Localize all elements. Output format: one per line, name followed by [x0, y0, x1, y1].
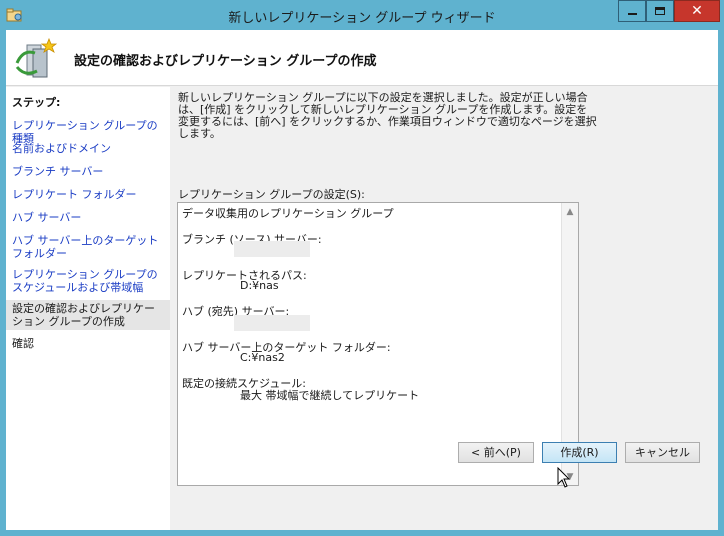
redacted-branch-server [234, 241, 310, 257]
schedule-value: 最大 帯域幅で継続してレプリケート [240, 389, 420, 402]
title-bar[interactable]: 新しいレプリケーション グループ ウィザード ✕ [0, 0, 724, 30]
maximize-icon [655, 7, 665, 15]
step-review-and-create: 設定の確認およびレプリケーション グループの作成 [6, 300, 170, 330]
steps-sidebar: ステップ: レプリケーション グループの種類 名前およびドメイン ブランチ サー… [6, 87, 170, 530]
instructions-text: 新しいレプリケーション グループに以下の設定を選択しました。設定が正しい場合は、… [178, 91, 597, 140]
hub-target-folder-value: C:¥nas2 [240, 351, 285, 364]
redacted-hub-server [234, 315, 310, 331]
footer-separator [170, 512, 718, 513]
step-name-and-domain[interactable]: 名前およびドメイン [6, 140, 170, 157]
group-type-text: データ収集用のレプリケーション グループ [182, 207, 394, 220]
steps-heading: ステップ: [12, 96, 61, 109]
hub-target-folder-label: ハブ サーバー上のターゲット フォルダー: [182, 341, 391, 354]
step-confirmation: 確認 [12, 337, 34, 350]
close-button[interactable]: ✕ [674, 0, 720, 22]
page-title: 設定の確認およびレプリケーション グループの作成 [74, 54, 377, 69]
settings-label: レプリケーション グループの設定(S): [178, 188, 365, 201]
main-panel: 新しいレプリケーション グループに以下の設定を選択しました。設定が正しい場合は、… [170, 87, 718, 530]
step-replicated-folders[interactable]: レプリケート フォルダー [6, 186, 170, 203]
wizard-window: 新しいレプリケーション グループ ウィザード ✕ 設定の確認およびレプリケーショ… [0, 0, 724, 536]
step-hub-target-folder[interactable]: ハブ サーバー上のターゲット フォルダー [6, 232, 170, 262]
step-schedule-bandwidth[interactable]: レプリケーション グループのスケジュールおよび帯域幅 [6, 266, 170, 296]
create-button[interactable]: 作成(R) [542, 442, 617, 463]
wizard-header: 設定の確認およびレプリケーション グループの作成 [6, 30, 718, 86]
maximize-button[interactable] [646, 0, 674, 22]
mouse-cursor-icon [557, 467, 571, 488]
close-icon: ✕ [691, 3, 703, 19]
step-branch-server[interactable]: ブランチ サーバー [6, 163, 170, 180]
minimize-button[interactable] [618, 0, 646, 22]
window-title: 新しいレプリケーション グループ ウィザード [228, 11, 496, 26]
cancel-button[interactable]: キャンセル [625, 442, 700, 463]
step-hub-server[interactable]: ハブ サーバー [6, 209, 170, 226]
replication-servers-icon [15, 37, 57, 78]
scroll-up-arrow-icon[interactable]: ▲ [562, 203, 578, 220]
minimize-icon [627, 13, 637, 15]
back-button[interactable]: < 前へ(P) [458, 442, 534, 463]
replicated-path-value: D:¥nas [240, 279, 279, 292]
